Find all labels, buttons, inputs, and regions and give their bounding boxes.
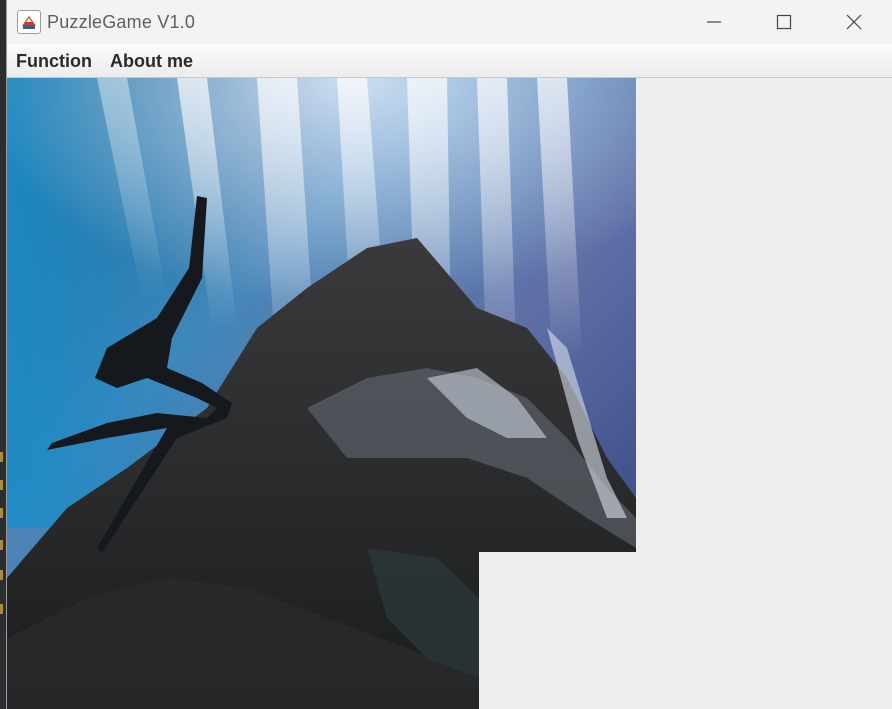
menu-about-me[interactable]: About me: [101, 46, 202, 76]
close-button[interactable]: [819, 0, 889, 44]
close-icon: [846, 14, 862, 30]
background-marker: [0, 508, 3, 518]
background-marker: [0, 540, 3, 550]
puzzle-board[interactable]: [7, 78, 636, 709]
minimize-button[interactable]: [679, 0, 749, 44]
minimize-icon: [707, 21, 721, 23]
menu-function[interactable]: Function: [7, 46, 101, 76]
maximize-button[interactable]: [749, 0, 819, 44]
window-title: PuzzleGame V1.0: [47, 11, 196, 32]
background-marker: [0, 480, 3, 490]
maximize-icon: [776, 14, 792, 30]
background-marker: [0, 452, 3, 462]
title-bar[interactable]: PuzzleGame V1.0: [7, 0, 892, 44]
java-cup-icon[interactable]: [17, 10, 41, 34]
empty-tile: [479, 552, 636, 709]
puzzle-game-window: PuzzleGame V1.0 Function About me: [6, 0, 892, 709]
menu-bar: Function About me: [7, 44, 892, 78]
background-marker: [0, 570, 3, 580]
background-marker: [0, 604, 3, 614]
